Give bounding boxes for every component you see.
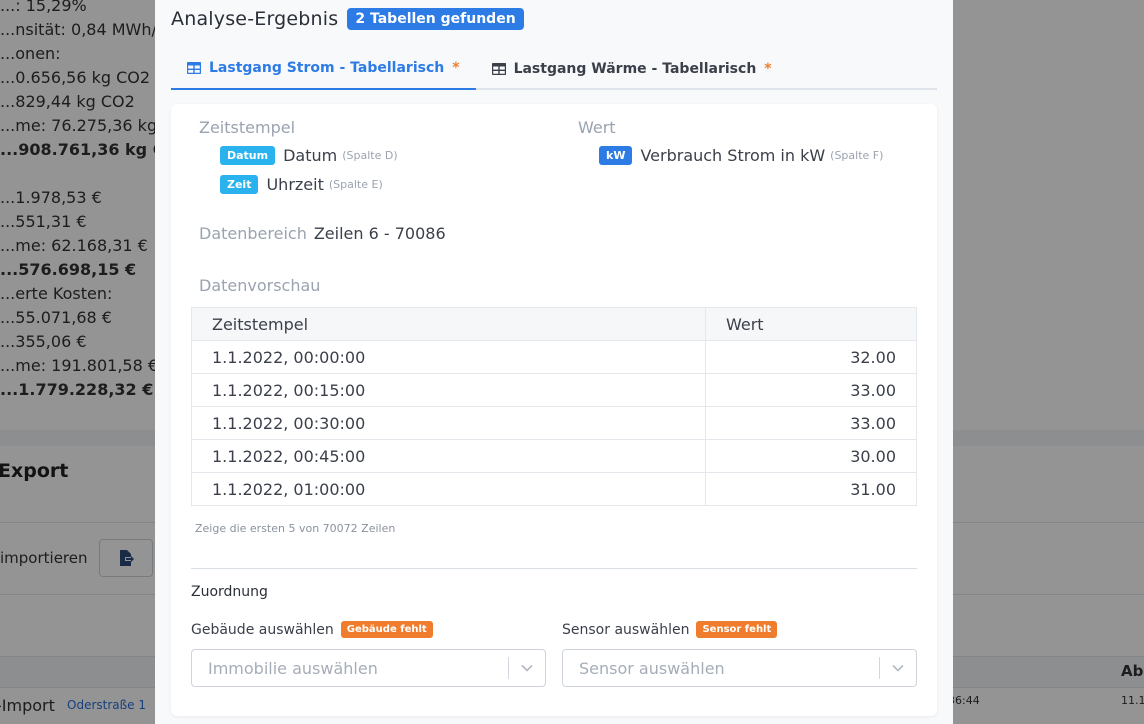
- sensor-select-label: Sensor auswählen Sensor fehlt: [562, 621, 778, 638]
- date-column-name: Datum: [283, 146, 338, 165]
- timestamp-label: Zeitstempel: [199, 118, 296, 137]
- date-tag: Datum: [220, 146, 276, 165]
- chevron-down-icon[interactable]: [880, 664, 916, 672]
- tab-lastgang-waerme[interactable]: Lastgang Wärme - Tabellarisch *: [476, 48, 788, 90]
- building-select[interactable]: Immobilie auswählen: [191, 649, 546, 687]
- data-range-label: Datenbereich: [199, 224, 307, 243]
- data-preview-table: Zeitstempel Wert 1.1.2022, 00:00:00 32.0…: [191, 307, 917, 506]
- value-label: Wert: [578, 118, 616, 137]
- sensor-label-text: Sensor auswählen: [562, 621, 690, 638]
- cell-timestamp: 1.1.2022, 00:00:00: [191, 340, 706, 374]
- time-column-hint: (Spalte E): [328, 178, 383, 191]
- sensor-missing-badge: Sensor fehlt: [696, 621, 778, 638]
- building-select-placeholder: Immobilie auswählen: [208, 658, 378, 678]
- cell-value: 33.00: [705, 406, 917, 440]
- date-column-hint: (Spalte D): [342, 149, 398, 162]
- preview-rows-hint: Zeige die ersten 5 von 70072 Zeilen: [195, 522, 396, 535]
- cell-timestamp: 1.1.2022, 00:30:00: [191, 406, 706, 440]
- cell-value: 31.00: [705, 472, 917, 506]
- modal-title: Analyse-Ergebnis: [171, 8, 339, 30]
- assignment-title: Zuordnung: [191, 584, 268, 600]
- table-row: 1.1.2022, 01:00:00 31.00: [191, 472, 917, 506]
- sensor-select-placeholder: Sensor auswählen: [579, 658, 725, 678]
- tab-label: Lastgang Wärme - Tabellarisch: [513, 61, 757, 77]
- table-icon: [187, 62, 201, 74]
- cell-timestamp: 1.1.2022, 01:00:00: [191, 472, 706, 506]
- required-star: *: [764, 61, 772, 77]
- tables-found-badge: 2 Tabellen gefunden: [347, 8, 524, 30]
- timestamp-time-mapping: Zeit Uhrzeit (Spalte E): [220, 175, 383, 194]
- building-select-label: Gebäude auswählen Gebäude fehlt: [191, 621, 433, 638]
- tab-lastgang-strom[interactable]: Lastgang Strom - Tabellarisch *: [171, 48, 476, 90]
- cell-value: 33.00: [705, 373, 917, 407]
- data-range-value: Zeilen 6 - 70086: [313, 224, 446, 243]
- preview-label: Datenvorschau: [199, 276, 321, 295]
- table-tabs: Lastgang Strom - Tabellarisch * Lastgang…: [171, 48, 937, 90]
- building-label-text: Gebäude auswählen: [191, 621, 334, 638]
- time-column-name: Uhrzeit: [266, 175, 324, 194]
- cell-timestamp: 1.1.2022, 00:15:00: [191, 373, 706, 407]
- cell-value: 32.00: [705, 340, 917, 374]
- table-row: 1.1.2022, 00:15:00 33.00: [191, 373, 917, 407]
- data-range: Datenbereich Zeilen 6 - 70086: [199, 224, 446, 243]
- timestamp-date-mapping: Datum Datum (Spalte D): [220, 146, 398, 165]
- table-row: 1.1.2022, 00:30:00 33.00: [191, 406, 917, 440]
- cell-value: 30.00: [705, 439, 917, 473]
- chevron-down-icon[interactable]: [509, 664, 545, 672]
- cell-timestamp: 1.1.2022, 00:45:00: [191, 439, 706, 473]
- analysis-card: Zeitstempel Datum Datum (Spalte D) Zeit …: [171, 104, 937, 716]
- section-divider: [191, 568, 917, 569]
- analysis-result-modal: Analyse-Ergebnis 2 Tabellen gefunden Las…: [155, 0, 953, 724]
- value-column-name: Verbrauch Strom in kW: [640, 146, 826, 165]
- required-star: *: [452, 60, 460, 76]
- table-row: 1.1.2022, 00:00:00 32.00: [191, 340, 917, 374]
- sensor-select[interactable]: Sensor auswählen: [562, 649, 917, 687]
- table-icon: [491, 63, 506, 75]
- building-missing-badge: Gebäude fehlt: [340, 621, 433, 638]
- table-row: 1.1.2022, 00:45:00 30.00: [191, 439, 917, 473]
- table-header-row: Zeitstempel Wert: [191, 307, 917, 341]
- modal-header: Analyse-Ergebnis 2 Tabellen gefunden: [171, 8, 524, 30]
- time-tag: Zeit: [220, 175, 259, 194]
- column-header-value: Wert: [705, 307, 917, 341]
- column-header-timestamp: Zeitstempel: [191, 307, 706, 341]
- tab-label: Lastgang Strom - Tabellarisch: [209, 60, 445, 76]
- value-column-hint: (Spalte F): [830, 149, 884, 162]
- unit-tag: kW: [599, 146, 633, 165]
- value-mapping: kW Verbrauch Strom in kW (Spalte F): [599, 146, 883, 165]
